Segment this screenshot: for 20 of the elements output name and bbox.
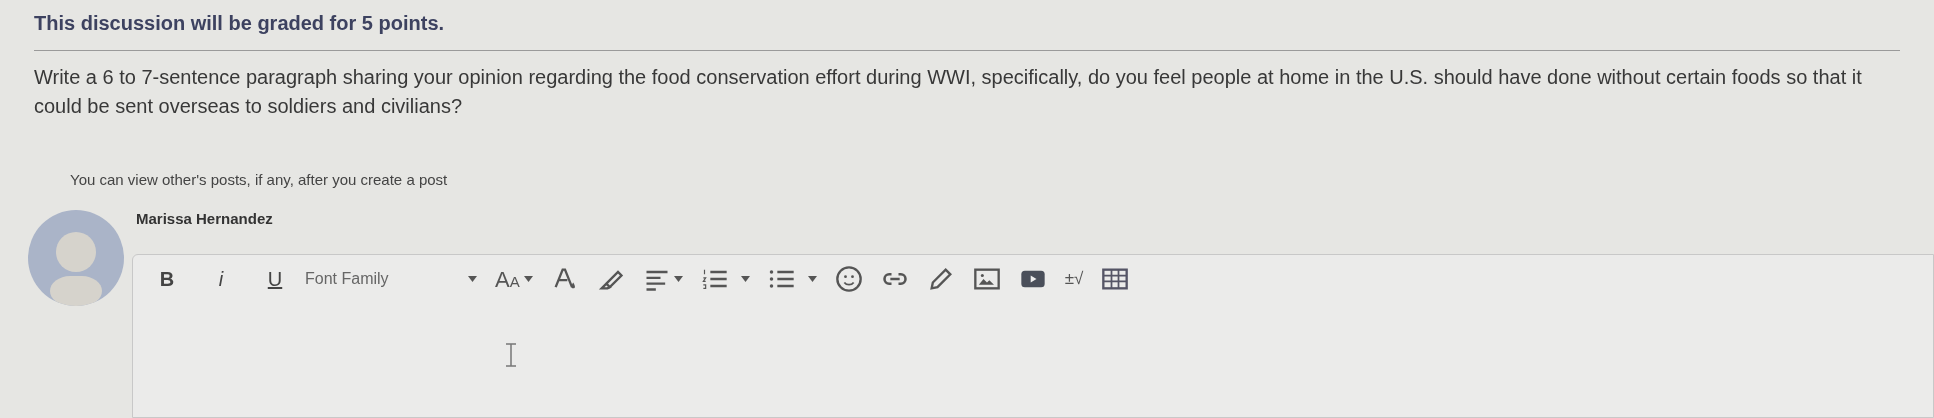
- author-name: Marissa Hernandez: [136, 208, 274, 229]
- bold-button[interactable]: B: [155, 264, 179, 294]
- italic-button[interactable]: i: [209, 264, 233, 294]
- image-icon[interactable]: [972, 265, 1001, 293]
- table-icon[interactable]: [1101, 265, 1130, 293]
- underline-button[interactable]: U: [263, 264, 287, 294]
- prompt-paragraph: Write a 6 to 7-sentence paragraph sharing your opinion regarding the food conservation effort during WWI, specifically, do you feel people at home in the U.S. should have done without certain foods so that it could be sent overseas to soldiers and civilians?: [34, 65, 1863, 119]
- equation-button[interactable]: ±√: [1064, 266, 1084, 292]
- caret-icon[interactable]: [807, 276, 817, 282]
- caret-icon[interactable]: [523, 276, 533, 282]
- rich-text-editor[interactable]: B i U Font Family AA ±√: [132, 254, 1934, 418]
- caret-icon[interactable]: [673, 276, 683, 282]
- font-size-dropdown[interactable]: AA: [495, 262, 533, 296]
- emoji-icon[interactable]: [834, 265, 863, 293]
- font-family-dropdown[interactable]: Font Family: [305, 267, 477, 291]
- caret-icon[interactable]: [468, 276, 477, 282]
- notice-text: You can view other's posts, if any, after you create a post: [70, 170, 449, 190]
- text-cursor-icon: [505, 343, 517, 367]
- discussion-heading: This discussion will be graded for 5 points.: [34, 11, 446, 36]
- caret-icon[interactable]: [740, 276, 750, 282]
